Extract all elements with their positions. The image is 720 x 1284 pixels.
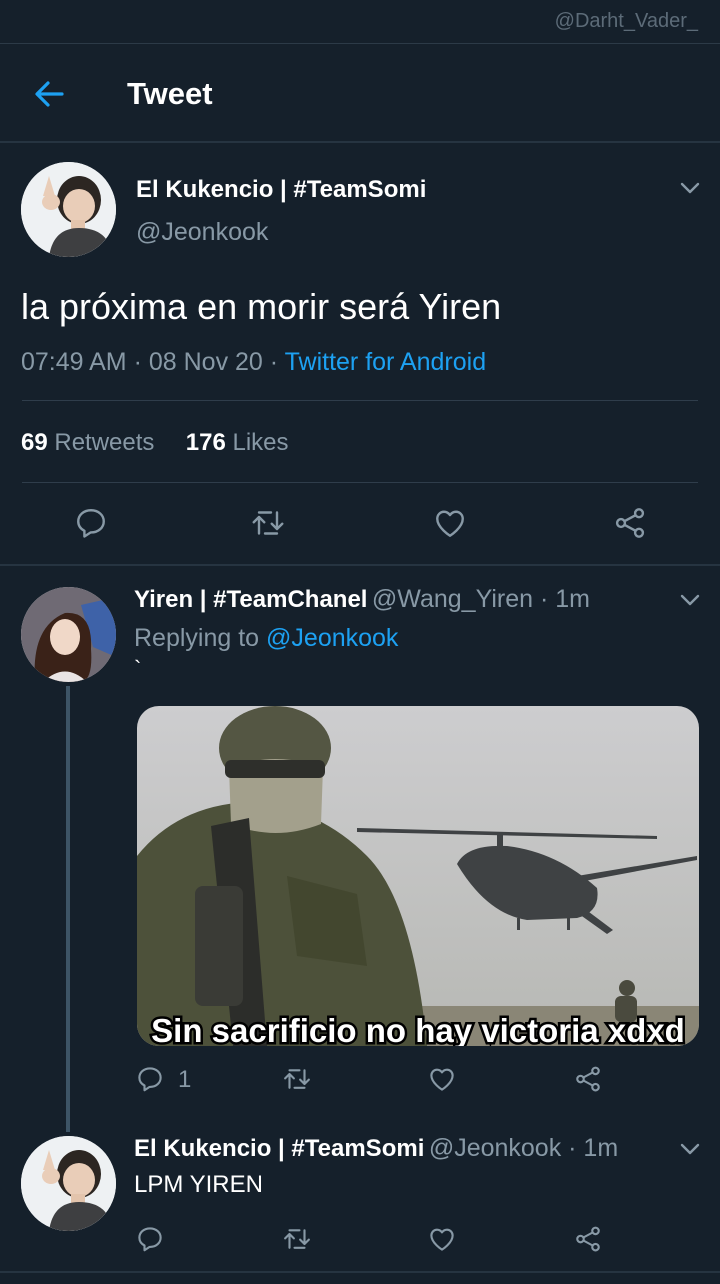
- author-handle-time[interactable]: @Jeonkook · 1m: [429, 1134, 618, 1162]
- replying-prefix: Replying to: [134, 624, 260, 652]
- reply-icon[interactable]: [135, 1224, 165, 1254]
- divider: [22, 400, 698, 401]
- share-icon[interactable]: [612, 505, 648, 541]
- reply-icon[interactable]: [135, 1064, 165, 1094]
- section-divider: [0, 564, 720, 566]
- author-name[interactable]: El Kukencio | #TeamSomi: [134, 1135, 424, 1162]
- divider: [22, 482, 698, 483]
- status-divider: [0, 43, 720, 44]
- reply-text: LPM YIREN: [134, 1171, 263, 1198]
- replying-handle-link[interactable]: @Jeonkook: [266, 624, 398, 652]
- reply-header: El Kukencio | #TeamSomi @Jeonkook · 1m: [134, 1134, 618, 1163]
- meta-dot: ·: [133, 348, 142, 376]
- section-divider: [0, 1271, 720, 1273]
- tweet-source-link[interactable]: Twitter for Android: [285, 348, 486, 376]
- like-icon[interactable]: [432, 505, 468, 541]
- replying-to: Replying to @Jeonkook: [134, 624, 398, 653]
- page-title: Tweet: [127, 76, 213, 111]
- like-icon[interactable]: [427, 1064, 457, 1094]
- retweets-label: Retweets: [54, 429, 155, 456]
- likes-count: 176: [185, 429, 226, 456]
- likes-stat[interactable]: 176 Likes: [186, 429, 289, 456]
- meme-caption: Sin sacrificio no hay victoria xdxd: [151, 1012, 685, 1046]
- reply-header: Yiren | #TeamChanel @Wang_Yiren · 1m: [134, 585, 590, 614]
- reply-text: `: [134, 656, 142, 681]
- tweet-stats: 69 Retweets 176 Likes: [21, 429, 289, 457]
- back-arrow-icon[interactable]: [30, 74, 70, 114]
- retweets-count: 69: [21, 429, 48, 456]
- like-icon[interactable]: [427, 1224, 457, 1254]
- likes-label: Likes: [232, 429, 289, 456]
- retweet-icon[interactable]: [282, 1224, 312, 1254]
- tweet-time: 07:49 AM: [21, 348, 127, 376]
- reply-icon[interactable]: [73, 505, 109, 541]
- avatar[interactable]: [21, 1136, 116, 1231]
- author-handle[interactable]: @Jeonkook: [136, 218, 268, 247]
- author-handle-time[interactable]: @Wang_Yiren · 1m: [372, 585, 590, 613]
- avatar[interactable]: [21, 587, 116, 682]
- tweet-date: 08 Nov 20: [148, 348, 263, 376]
- reply-count: 1: [178, 1066, 192, 1093]
- author-name[interactable]: Yiren | #TeamChanel: [134, 586, 367, 613]
- author-name[interactable]: El Kukencio | #TeamSomi: [136, 176, 426, 204]
- meta-dot: ·: [269, 348, 279, 376]
- avatar[interactable]: [21, 162, 116, 257]
- chevron-down-icon[interactable]: [678, 588, 702, 612]
- retweet-icon[interactable]: [250, 505, 286, 541]
- watermark: @Darht_Vader_: [554, 10, 698, 32]
- meme-image[interactable]: Sin sacrificio no hay victoria xdxd: [137, 706, 699, 1046]
- thread-line: [66, 686, 70, 1132]
- chevron-down-icon[interactable]: [678, 176, 702, 200]
- retweet-icon[interactable]: [282, 1064, 312, 1094]
- tweet-text: la próxima en morir será Yiren: [21, 286, 502, 327]
- retweets-stat[interactable]: 69 Retweets: [21, 429, 154, 456]
- tweet-meta: 07:49 AM · 08 Nov 20 · Twitter for Andro…: [21, 348, 486, 377]
- share-icon[interactable]: [573, 1064, 603, 1094]
- share-icon[interactable]: [573, 1224, 603, 1254]
- chevron-down-icon[interactable]: [678, 1137, 702, 1161]
- header-divider: [0, 141, 720, 143]
